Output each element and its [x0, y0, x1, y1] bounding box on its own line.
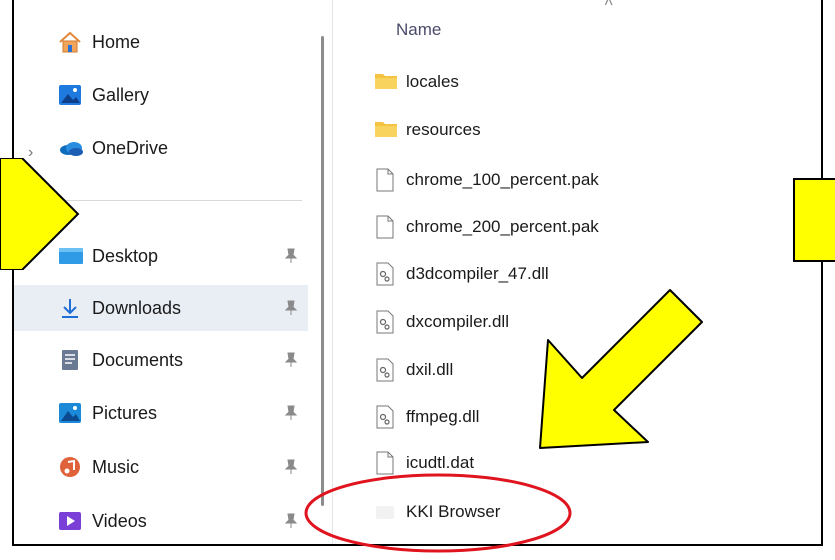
- pin-icon[interactable]: [284, 459, 298, 475]
- sidebar-item-home[interactable]: Home: [14, 19, 308, 65]
- pin-icon[interactable]: [284, 405, 298, 421]
- sidebar-item-label: Home: [92, 31, 141, 52]
- sidebar-item-label: Desktop: [92, 245, 159, 266]
- documents-icon: [58, 349, 82, 371]
- dll-gear-icon: [374, 358, 396, 382]
- sidebar-item-documents[interactable]: Documents: [14, 337, 308, 383]
- sidebar-item-label: Gallery: [92, 84, 150, 105]
- file-icon: [374, 215, 396, 239]
- pin-icon[interactable]: [284, 513, 298, 529]
- pin-icon[interactable]: [284, 248, 298, 264]
- file-icon: [374, 168, 396, 192]
- file-row-locales[interactable]: locales: [374, 62, 794, 102]
- sidebar-item-label: OneDrive: [92, 137, 169, 158]
- file-name: dxil.dll: [406, 360, 454, 379]
- sidebar-item-music[interactable]: Music: [14, 444, 308, 490]
- file-row-chrome-100[interactable]: chrome_100_percent.pak: [374, 160, 794, 200]
- file-name: chrome_200_percent.pak: [406, 217, 599, 236]
- videos-icon: [58, 510, 82, 532]
- folder-icon: [374, 70, 397, 92]
- sidebar-item-label: Pictures: [92, 402, 158, 423]
- gallery-icon: [58, 84, 82, 106]
- file-row-chrome-200[interactable]: chrome_200_percent.pak: [374, 207, 794, 247]
- dll-gear-icon: [374, 405, 396, 429]
- sidebar-item-label: Downloads: [92, 297, 182, 318]
- navigation-pane: Home Gallery › OneDrive Desktop Download…: [14, 0, 308, 544]
- sidebar-item-label: Documents: [92, 349, 184, 370]
- sidebar-scrollbar[interactable]: [321, 36, 324, 506]
- pane-splitter[interactable]: [332, 0, 333, 544]
- file-name: locales: [406, 72, 459, 91]
- pin-icon[interactable]: [284, 352, 298, 368]
- collapse-chevron-icon[interactable]: ˄: [604, 0, 613, 12]
- red-highlight-circle: [304, 473, 572, 553]
- file-name: d3dcompiler_47.dll: [406, 264, 549, 283]
- file-name: ffmpeg.dll: [406, 407, 480, 426]
- file-row-resources[interactable]: resources: [374, 110, 794, 150]
- sidebar-item-downloads[interactable]: Downloads: [14, 285, 308, 331]
- yellow-callout-left: [0, 158, 80, 270]
- dll-gear-icon: [374, 310, 396, 334]
- home-icon: [58, 31, 82, 53]
- sidebar-item-videos[interactable]: Videos: [14, 498, 308, 544]
- music-icon: [58, 456, 82, 478]
- sidebar-divider: [54, 200, 302, 201]
- file-name: resources: [406, 120, 481, 139]
- sidebar-item-pictures[interactable]: Pictures: [14, 390, 308, 436]
- sidebar-item-gallery[interactable]: Gallery: [14, 72, 308, 118]
- file-name: dxcompiler.dll: [406, 312, 509, 331]
- sidebar-item-label: Music: [92, 456, 140, 477]
- download-arrow-icon: [58, 297, 82, 319]
- dll-gear-icon: [374, 262, 396, 286]
- folder-icon: [374, 118, 397, 140]
- sidebar-item-label: Videos: [92, 510, 147, 531]
- file-name: chrome_100_percent.pak: [406, 170, 599, 189]
- yellow-callout-right: [793, 178, 835, 262]
- column-header-name[interactable]: Name: [396, 20, 441, 40]
- onedrive-cloud-icon: [58, 137, 83, 159]
- pin-icon[interactable]: [284, 300, 298, 316]
- pictures-icon: [58, 402, 82, 424]
- yellow-arrow-pointer: [539, 289, 703, 449]
